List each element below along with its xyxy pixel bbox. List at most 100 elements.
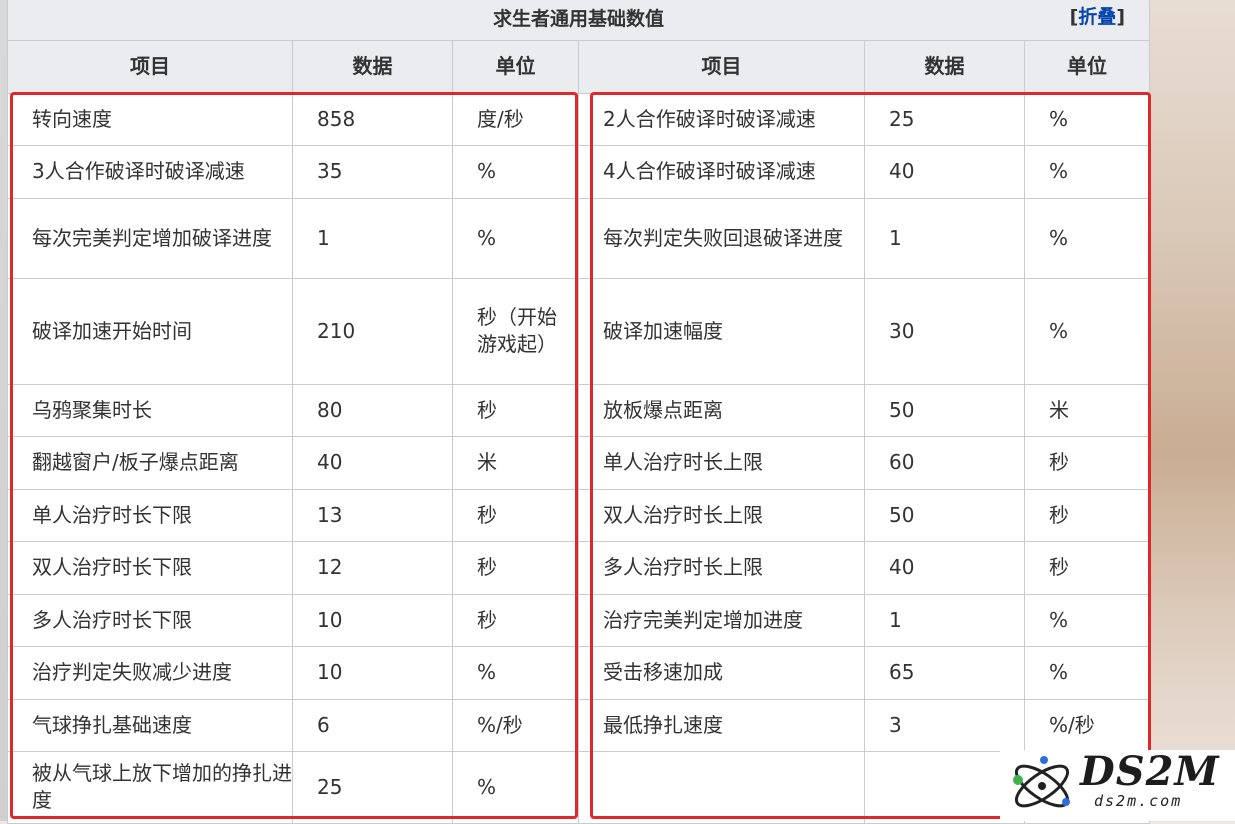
cell-item: 多人治疗时长下限 [7, 593, 293, 647]
cell-item: 乌鸦聚集时长 [7, 383, 293, 437]
cell-item: 治疗完美判定增加进度 [578, 593, 865, 647]
cell-item: 被从气球上放下增加的挣扎进度 [7, 750, 293, 824]
cell-value: 12 [292, 540, 453, 595]
cell-value: 40 [864, 144, 1025, 199]
cell-unit: 秒 [1024, 540, 1150, 595]
header-item: 项目 [7, 39, 293, 94]
cell-item: 放板爆点距离 [578, 383, 865, 437]
cell-unit: 秒 [1024, 488, 1150, 542]
cell-unit: % [1024, 197, 1150, 279]
cell-item: 破译加速开始时间 [7, 277, 293, 385]
cell-value: 40 [864, 540, 1025, 595]
table-row: 翻越窗户/板子爆点距离 40 米单人治疗时长上限 60 秒 [7, 435, 1150, 490]
cell-value: 10 [292, 593, 453, 647]
table-row: 多人治疗时长下限 10 秒治疗完美判定增加进度 1% [7, 593, 1150, 647]
cell-item: 每次判定失败回退破译进度 [578, 197, 865, 279]
cell-value: 1 [292, 197, 453, 279]
cell-unit: % [1024, 593, 1150, 647]
cell-value: 25 [864, 92, 1025, 146]
table-row: 每次完美判定增加破译进度 1% 每次判定失败回退破译进度 1% [7, 197, 1150, 279]
header-unit: 单位 [452, 39, 579, 94]
cell-unit: 秒 [1024, 435, 1150, 490]
page-background-art [1148, 0, 1235, 821]
header-item: 项目 [578, 39, 865, 94]
cell-unit: 秒 [452, 383, 579, 437]
cell-item: 气球挣扎基础速度 [7, 698, 293, 752]
cell-unit: % [452, 645, 579, 700]
cell-value: 25 [292, 750, 453, 824]
watermark-logo: DS2M ds2m.com [1000, 750, 1235, 821]
cell-item: 治疗判定失败减少进度 [7, 645, 293, 700]
table-caption-row: 求生者通用基础数值 [折叠] [7, 0, 1150, 41]
cell-item: 最低挣扎速度 [578, 698, 865, 752]
cell-value: 65 [864, 645, 1025, 700]
cell-unit: % [452, 144, 579, 199]
survivor-stats-table: 求生者通用基础数值 [折叠] 项目 数据 单位 项目 数据 单位 转向速度 858… [7, 0, 1150, 824]
cell-unit: 秒（开始游戏起） [452, 277, 579, 385]
cell-unit: 度/秒 [452, 92, 579, 146]
cell-value: 35 [292, 144, 453, 199]
cell-item: 4人合作破译时破译减速 [578, 144, 865, 199]
cell-unit: % [1024, 277, 1150, 385]
cell-value: 50 [864, 488, 1025, 542]
cell-unit: 米 [1024, 383, 1150, 437]
table-row: 治疗判定失败减少进度 10% 受击移速加成 65% [7, 645, 1150, 700]
table-row: 破译加速开始时间 210 秒（开始游戏起） 破译加速幅度 30% [7, 277, 1150, 385]
cell-item [578, 750, 865, 824]
collapse-link[interactable]: 折叠 [1078, 6, 1116, 28]
header-value: 数据 [292, 39, 453, 94]
table-row: 乌鸦聚集时长 80 秒放板爆点距离 50 米 [7, 383, 1150, 437]
cell-value: 10 [292, 645, 453, 700]
cell-unit: 米 [452, 435, 579, 490]
cell-unit: 秒 [452, 540, 579, 595]
table-row: 3人合作破译时破译减速 35% 4人合作破译时破译减速 40% [7, 144, 1150, 199]
atom-icon [1013, 756, 1070, 808]
table-row: 转向速度 858 度/秒 2人合作破译时破译减速 25% [7, 92, 1150, 146]
cell-unit: % [1024, 645, 1150, 700]
cell-value: 80 [292, 383, 453, 437]
watermark-brand: DS2M [1080, 750, 1220, 795]
cell-item: 单人治疗时长下限 [7, 488, 293, 542]
cell-unit: %/秒 [452, 698, 579, 752]
cell-unit: %/秒 [1024, 698, 1150, 752]
table-row: 单人治疗时长下限 13 秒双人治疗时长上限 50 秒 [7, 488, 1150, 542]
cell-value: 50 [864, 383, 1025, 437]
cell-unit: 秒 [452, 593, 579, 647]
page-background-left [0, 0, 7, 821]
collapse-toggle: [折叠] [1069, 6, 1125, 28]
cell-item: 3人合作破译时破译减速 [7, 144, 293, 199]
cell-item: 每次完美判定增加破译进度 [7, 197, 293, 279]
cell-value: 210 [292, 277, 453, 385]
table-header-row: 项目 数据 单位 项目 数据 单位 [7, 39, 1150, 94]
cell-value: 6 [292, 698, 453, 752]
table-row: 气球挣扎基础速度 6 %/秒 最低挣扎速度 3 %/秒 [7, 698, 1150, 752]
cell-unit: % [1024, 144, 1150, 199]
cell-value: 30 [864, 277, 1025, 385]
header-unit: 单位 [1024, 39, 1150, 94]
watermark-domain: ds2m.com [1094, 792, 1183, 810]
cell-value: 1 [864, 593, 1025, 647]
cell-item: 破译加速幅度 [578, 277, 865, 385]
cell-unit: % [452, 197, 579, 279]
table-caption: 求生者通用基础数值 [折叠] [7, 0, 1150, 41]
cell-item: 多人治疗时长上限 [578, 540, 865, 595]
cell-value: 3 [864, 698, 1025, 752]
header-value: 数据 [864, 39, 1025, 94]
cell-unit: % [452, 750, 579, 824]
cell-item: 单人治疗时长上限 [578, 435, 865, 490]
cell-unit: 秒 [452, 488, 579, 542]
cell-value: 1 [864, 197, 1025, 279]
cell-item: 转向速度 [7, 92, 293, 146]
cell-item: 2人合作破译时破译减速 [578, 92, 865, 146]
table-row: 被从气球上放下增加的挣扎进度 25% [7, 750, 1150, 824]
cell-item: 双人治疗时长上限 [578, 488, 865, 542]
table-row: 双人治疗时长下限 12 秒多人治疗时长上限 40 秒 [7, 540, 1150, 595]
cell-unit: % [1024, 92, 1150, 146]
cell-value: 13 [292, 488, 453, 542]
cell-value: 858 [292, 92, 453, 146]
cell-item: 受击移速加成 [578, 645, 865, 700]
table-title: 求生者通用基础数值 [492, 8, 664, 31]
cell-item: 翻越窗户/板子爆点距离 [7, 435, 293, 490]
cell-value: 60 [864, 435, 1025, 490]
cell-item: 双人治疗时长下限 [7, 540, 293, 595]
